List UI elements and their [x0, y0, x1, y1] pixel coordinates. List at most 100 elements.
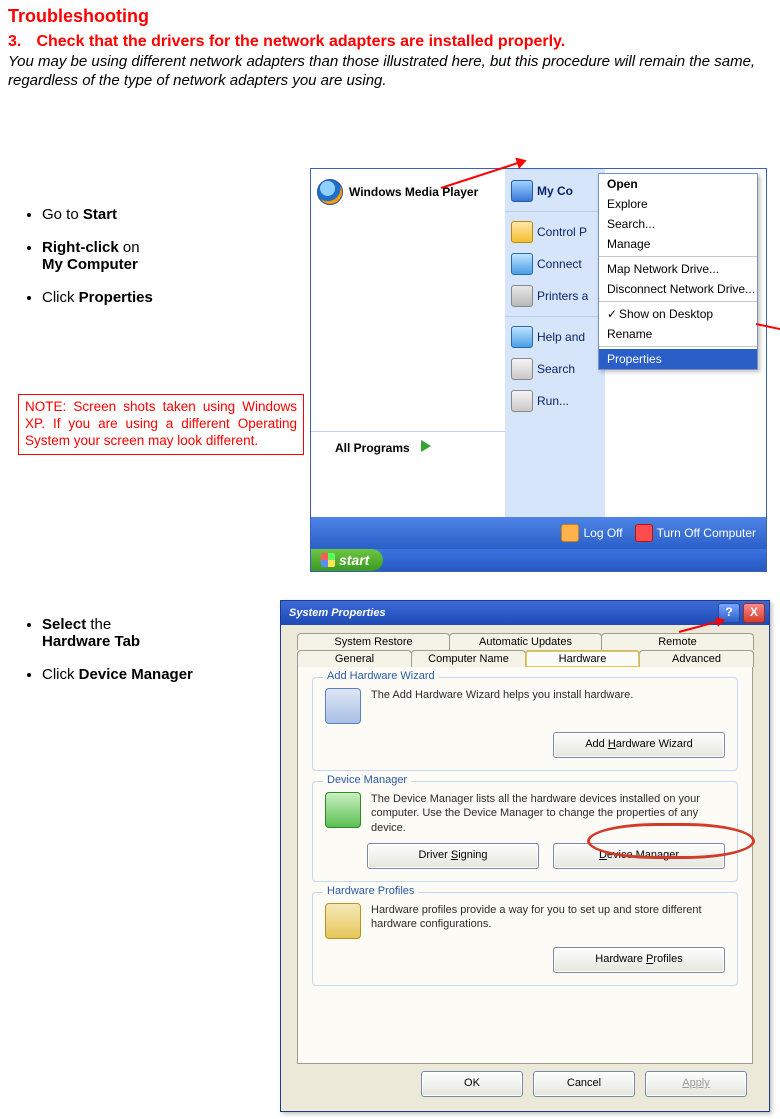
btn-text: evice Manager [607, 849, 679, 861]
separator [599, 301, 757, 302]
note-label: NOTE [25, 399, 63, 414]
group-desc: The Device Manager lists all the hardwar… [371, 792, 725, 835]
btn-text: Hardware [595, 953, 646, 965]
tab-automatic-updates[interactable]: Automatic Updates [449, 633, 602, 650]
separator [599, 346, 757, 347]
network-icon [511, 253, 533, 275]
logoff-button[interactable]: Log Off [583, 526, 622, 540]
ctx-open[interactable]: Open [599, 174, 757, 194]
add-hardware-wizard-button[interactable]: Add Hardware Wizard [553, 732, 725, 758]
btn-text: ardware Wizard [616, 738, 693, 750]
start-item-mycomputer[interactable]: My Co [505, 175, 605, 207]
bullet-bold: Hardware Tab [42, 633, 140, 650]
computer-icon [511, 180, 533, 202]
bullet-right-click-mycomputer: Right-click on My Computer [42, 239, 302, 273]
ctx-mapdrive[interactable]: Map Network Drive... [599, 259, 757, 279]
run-icon [511, 390, 533, 412]
btn-mnemonic: D [599, 849, 607, 861]
driver-signing-button[interactable]: Driver Signing [367, 843, 539, 869]
tab-remote[interactable]: Remote [601, 633, 754, 650]
chevron-right-icon [421, 440, 431, 452]
start-item-label: Windows Media Player [349, 185, 478, 199]
start-item-help[interactable]: Help and [505, 321, 605, 353]
start-item-run[interactable]: Run... [505, 385, 605, 417]
start-item-label: Connect [537, 257, 582, 271]
window-title: System Properties [289, 601, 386, 625]
group-device-manager: Device Manager The Device Manager lists … [312, 781, 738, 882]
section-title-text: Check that the drivers for the network a… [36, 33, 565, 50]
bullet-click-device-manager: Click Device Manager [42, 666, 282, 683]
section-heading: 3. Check that the drivers for the networ… [8, 33, 780, 51]
separator [505, 211, 605, 212]
start-item-connectto[interactable]: Connect [505, 248, 605, 280]
note-text: : Screen shots taken using Windows XP. I… [25, 399, 297, 448]
intro-paragraph: You may be using different network adapt… [8, 53, 770, 91]
hardware-profiles-button[interactable]: Hardware Profiles [553, 947, 725, 973]
group-legend: Add Hardware Wizard [323, 670, 439, 682]
turnoff-button[interactable]: Turn Off Computer [657, 526, 756, 540]
btn-text: Add [585, 738, 608, 750]
tab-hardware[interactable]: Hardware [525, 650, 640, 667]
context-menu: Open Explore Search... Manage Map Networ… [598, 173, 758, 370]
all-programs-label: All Programs [335, 441, 410, 455]
start-item-search[interactable]: Search [505, 353, 605, 385]
btn-text: Driver [418, 849, 450, 861]
bullet-go-to-start: Go to Start [42, 206, 302, 223]
controlpanel-icon [511, 221, 533, 243]
start-item-label: Printers a [537, 289, 588, 303]
group-desc: The Add Hardware Wizard helps you instal… [371, 688, 725, 702]
btn-text: Apply [682, 1077, 710, 1089]
separator [505, 316, 605, 317]
start-item-label: Run... [537, 394, 569, 408]
start-item-controlpanel[interactable]: Control P [505, 216, 605, 248]
ctx-rename[interactable]: Rename [599, 324, 757, 344]
start-button[interactable]: start [311, 549, 383, 571]
start-item-label: Help and [537, 330, 585, 344]
logoff-icon [561, 524, 579, 542]
start-item-label: Control P [537, 225, 587, 239]
tab-computer-name[interactable]: Computer Name [411, 650, 526, 667]
tab-system-restore[interactable]: System Restore [297, 633, 450, 650]
btn-mnemonic: H [608, 738, 616, 750]
ctx-search[interactable]: Search... [599, 214, 757, 234]
group-legend: Hardware Profiles [323, 885, 418, 897]
tab-general[interactable]: General [297, 650, 412, 667]
ctx-explore[interactable]: Explore [599, 194, 757, 214]
note-box: NOTE: Screen shots taken using Windows X… [18, 394, 304, 455]
page-title: Troubleshooting [8, 6, 780, 27]
start-item-wmp[interactable]: Windows Media Player [317, 179, 478, 205]
start-item-printers[interactable]: Printers a [505, 280, 605, 312]
callout-arrow-icon [756, 323, 780, 337]
apply-button[interactable]: Apply [645, 1071, 747, 1097]
tab-advanced[interactable]: Advanced [639, 650, 754, 667]
bullet-text: on [119, 239, 140, 256]
bullet-bold: My Computer [42, 256, 138, 273]
device-manager-button[interactable]: Device Manager [553, 843, 725, 869]
bullet-text: Go to [42, 206, 83, 223]
ctx-properties[interactable]: Properties [599, 349, 757, 369]
group-desc: Hardware profiles provide a way for you … [371, 903, 725, 932]
bullet-click-properties: Click Properties [42, 289, 302, 306]
screenshot-system-properties: System Properties ? X System Restore Aut… [280, 600, 770, 1112]
bullet-text: Click [42, 666, 79, 683]
group-legend: Device Manager [323, 774, 411, 786]
device-manager-icon [325, 792, 361, 828]
ok-button[interactable]: OK [421, 1071, 523, 1097]
ctx-showondesktop[interactable]: Show on Desktop [599, 304, 757, 324]
start-all-programs[interactable]: All Programs [311, 431, 529, 463]
group-hardware-profiles: Hardware Profiles Hardware profiles prov… [312, 892, 738, 986]
bullet-select-hardware-tab: Select the Hardware Tab [42, 616, 282, 650]
bullet-bold: Start [83, 206, 117, 223]
help-icon [511, 326, 533, 348]
ctx-disconnectdrive[interactable]: Disconnect Network Drive... [599, 279, 757, 299]
close-button[interactable]: X [743, 603, 765, 623]
wmp-icon [317, 179, 343, 205]
btn-text: rofiles [653, 953, 682, 965]
ctx-manage[interactable]: Manage [599, 234, 757, 254]
bullet-bold: Device Manager [79, 666, 193, 683]
screenshot-startmenu: Windows Media Player All Programs My Co … [310, 168, 767, 572]
bullet-text: the [86, 616, 111, 633]
cancel-button[interactable]: Cancel [533, 1071, 635, 1097]
start-item-label: Search [537, 362, 575, 376]
bullet-bold: Select [42, 616, 86, 633]
